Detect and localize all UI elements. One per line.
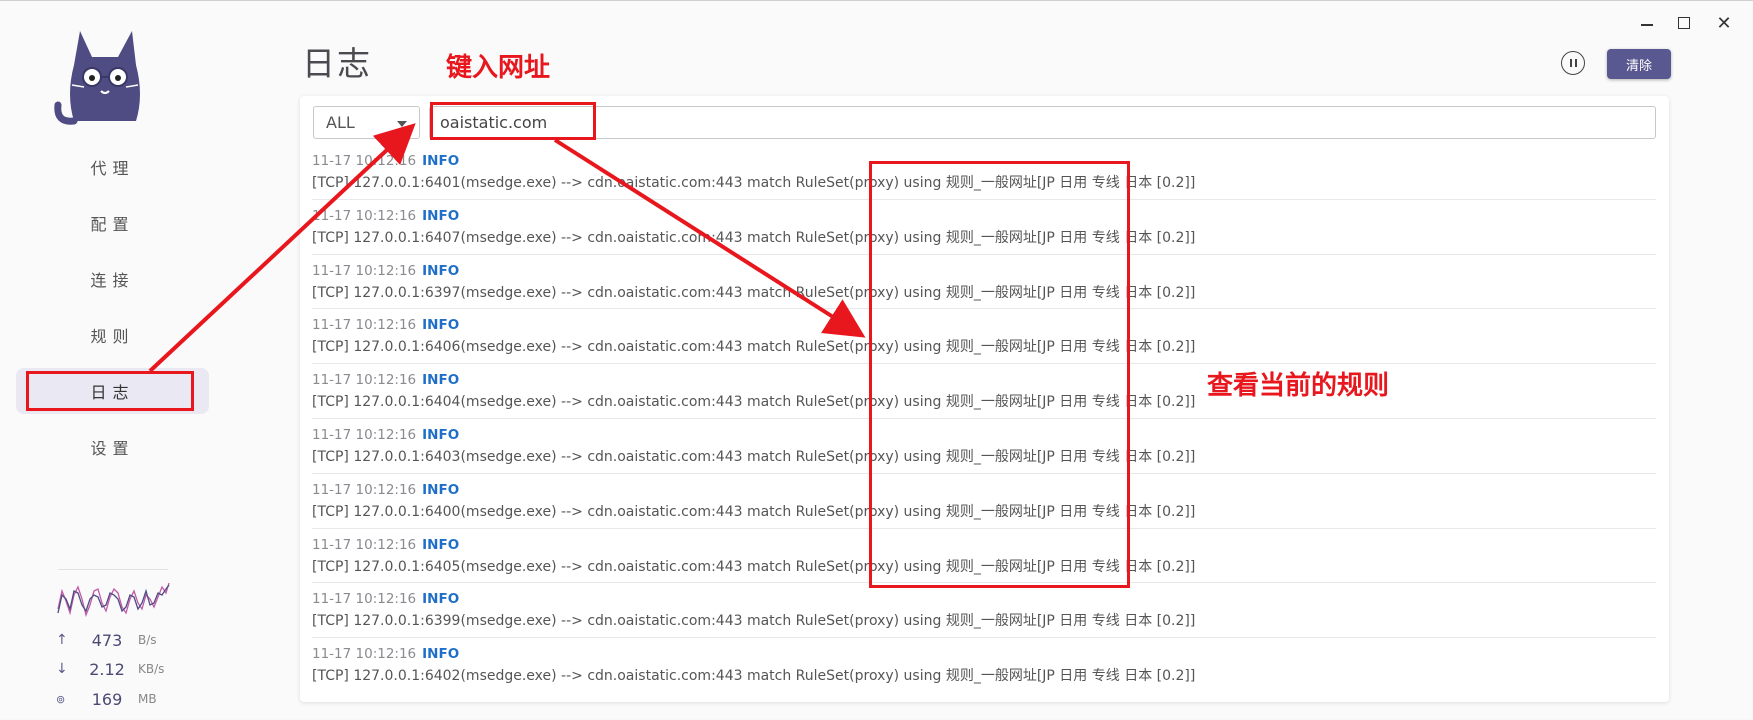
log-time: 11-17 10:12:16 xyxy=(312,426,417,443)
log-level: INFO xyxy=(422,591,460,608)
annotation-box-rules xyxy=(869,161,1130,588)
log-meta: 11-17 10:12:16 INFO xyxy=(312,208,459,224)
log-level: INFO xyxy=(422,536,460,553)
memory-value: 169 xyxy=(91,689,123,709)
sidebar-item-label: 设置 xyxy=(90,439,135,458)
sidebar: 代理 配置 连接 规则 日志 设置 ↑ 473 B/s ↓ 2.12 KB/s … xyxy=(0,1,225,720)
sidebar-item-label: 规则 xyxy=(90,327,135,346)
annotation-box-logs xyxy=(26,371,194,411)
log-message: [TCP] 127.0.0.1:6399(msedge.exe) --> cdn… xyxy=(312,613,1196,630)
log-level: INFO xyxy=(422,317,460,334)
search-input[interactable] xyxy=(429,106,1656,139)
log-meta: 11-17 10:12:16 INFO xyxy=(312,153,459,169)
traffic-graph xyxy=(57,582,170,618)
log-time: 11-17 10:12:16 xyxy=(312,646,417,663)
log-time: 11-17 10:12:16 xyxy=(312,262,417,279)
log-meta: 11-17 10:12:16 INFO xyxy=(312,482,459,498)
sidebar-item-label: 配置 xyxy=(90,215,135,234)
log-meta: 11-17 10:12:16 INFO xyxy=(312,537,459,553)
log-level: INFO xyxy=(422,481,460,498)
annotation-box-search xyxy=(430,102,596,140)
pause-icon[interactable] xyxy=(1561,51,1585,75)
upload-speed: ↑ 473 B/s xyxy=(56,630,176,650)
download-value: 2.12 xyxy=(89,659,125,679)
cat-logo-icon xyxy=(54,31,140,125)
level-select-value: ALL xyxy=(326,113,355,132)
log-meta: 11-17 10:12:16 INFO xyxy=(312,263,459,279)
annotation-label-view-rule: 查看当前的规则 xyxy=(1207,371,1390,401)
arrow-down-icon: ↓ xyxy=(56,661,68,677)
log-level: INFO xyxy=(422,207,460,224)
sidebar-item-label: 连接 xyxy=(90,271,135,290)
log-level: INFO xyxy=(422,646,460,663)
sidebar-item-connections[interactable]: 连接 xyxy=(16,256,209,302)
close-icon[interactable]: ✕ xyxy=(1712,11,1736,35)
memory-icon: ⊚ xyxy=(56,692,66,706)
log-entry: 11-17 10:12:16 INFO [TCP] 127.0.0.1:6402(m… xyxy=(312,638,1656,693)
clear-button[interactable]: 清除 xyxy=(1607,49,1671,79)
sidebar-item-rules[interactable]: 规则 xyxy=(16,312,209,358)
log-time: 11-17 10:12:16 xyxy=(312,536,417,553)
log-level: INFO xyxy=(422,262,460,279)
annotation-label-type-url: 键入网址 xyxy=(446,53,551,83)
log-meta: 11-17 10:12:16 INFO xyxy=(312,372,459,388)
log-meta: 11-17 10:12:16 INFO xyxy=(312,646,459,662)
log-time: 11-17 10:12:16 xyxy=(312,481,417,498)
log-meta: 11-17 10:12:16 INFO xyxy=(312,317,459,333)
sidebar-item-profiles[interactable]: 配置 xyxy=(16,200,209,246)
log-time: 11-17 10:12:16 xyxy=(312,153,417,169)
log-time: 11-17 10:12:16 xyxy=(312,207,417,224)
sidebar-item-settings[interactable]: 设置 xyxy=(16,424,209,470)
log-entry: 11-17 10:12:16 INFO [TCP] 127.0.0.1:6399(m… xyxy=(312,583,1656,639)
log-time: 11-17 10:12:16 xyxy=(312,591,417,608)
log-time: 11-17 10:12:16 xyxy=(312,317,417,334)
page-title: 日志 xyxy=(302,44,372,83)
app-window: ✕ 代理 配置 连接 规则 日志 设置 ↑ 473 B/s ↓ 2.12 KB/… xyxy=(0,0,1753,719)
log-level: INFO xyxy=(422,426,460,443)
memory-usage: ⊚ 169 MB xyxy=(56,689,176,709)
log-level: INFO xyxy=(422,153,460,169)
arrow-up-icon: ↑ xyxy=(56,632,68,648)
log-meta: 11-17 10:12:16 INFO xyxy=(312,427,459,443)
minimize-icon[interactable] xyxy=(1635,11,1659,35)
level-select[interactable]: ALL xyxy=(313,106,420,139)
log-message: [TCP] 127.0.0.1:6402(msedge.exe) --> cdn… xyxy=(312,668,1196,685)
memory-unit: MB xyxy=(138,692,157,706)
upload-unit: B/s xyxy=(138,633,157,647)
maximize-icon[interactable] xyxy=(1672,11,1696,35)
download-speed: ↓ 2.12 KB/s xyxy=(56,659,176,679)
log-meta: 11-17 10:12:16 INFO xyxy=(312,591,459,607)
download-unit: KB/s xyxy=(138,662,165,676)
sidebar-item-label: 代理 xyxy=(90,159,135,178)
sidebar-item-proxy[interactable]: 代理 xyxy=(16,144,209,190)
upload-value: 473 xyxy=(91,630,123,650)
log-time: 11-17 10:12:16 xyxy=(312,372,417,389)
caret-down-icon xyxy=(397,121,407,127)
log-level: INFO xyxy=(422,372,460,389)
